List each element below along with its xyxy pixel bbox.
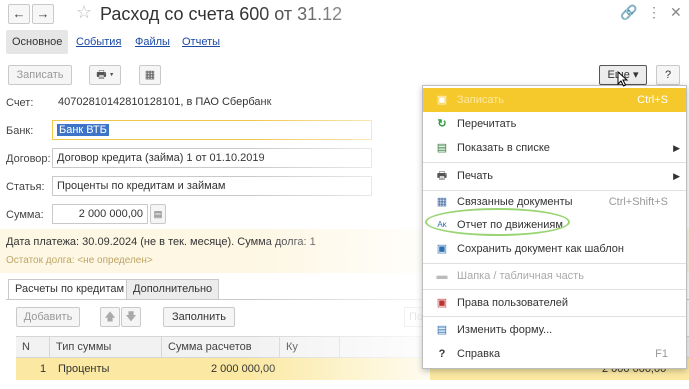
menu-item-header-table[interactable]: ▬ Шапка / табличная часть [423,264,686,288]
section-files[interactable]: Файлы [135,30,170,54]
col-ku[interactable]: Ку [280,337,340,357]
structure-button[interactable]: ▦ [139,65,161,85]
menu-item-post[interactable]: ▣ Записать Ctrl+S [423,88,686,112]
help-icon: ? [438,348,446,360]
menu-item-shortcut: Ctrl+Shift+S [608,196,668,208]
menu-item-label: Перечитать [457,118,517,130]
menu-item-label: Показать в списке [457,142,550,154]
user-rights-icon: ▣ [436,297,448,309]
add-row-button[interactable]: Добавить [16,307,80,327]
menu-item-label: Права пользователей [457,297,568,309]
contract-field[interactable]: Договор кредита (займа) 1 от 01.10.2019 [52,148,372,168]
submenu-arrow-icon: ▶ [673,171,680,181]
col-calc-amount[interactable]: Сумма расчетов [162,337,280,357]
bank-field-value: Банк ВТБ [57,124,109,136]
menu-item-label: Записать [457,94,505,106]
print-dropdown-button[interactable]: 🖶 ▾ [89,65,121,85]
menu-separator [423,162,686,163]
structure-icon: ▦ [144,69,156,81]
section-reports[interactable]: Отчеты [182,30,220,54]
submenu-arrow-icon: ▶ [673,143,680,153]
title-bar: ← → ☆ Расход со счета 600 от 31.12 🔗 ⋮ ✕ [0,0,689,30]
section-events[interactable]: События [76,30,121,54]
menu-item-label: Шапка / табличная часть [457,270,584,282]
col-sum-type[interactable]: Тип суммы [50,337,162,357]
row-number: 1 [40,363,47,375]
bank-label: Банк: [6,125,34,137]
link-icon[interactable]: 🔗 [620,4,637,21]
payment-date-text: Дата платежа: 30.09.2024 (не в тек. меся… [6,236,316,248]
change-form-icon: ▤ [436,324,448,336]
menu-item-label: Печать [457,170,494,182]
menu-item-label: Справка [457,348,501,360]
menu-item-help[interactable]: ? Справка F1 [423,342,686,366]
print-icon: 🖶 [436,170,448,182]
col-number[interactable]: N [16,337,50,357]
tab-credit-calculations[interactable]: Расчеты по кредитам [8,279,132,300]
list-icon: ▤ [436,142,448,154]
save-icon: ▣ [436,94,448,106]
help-button[interactable]: ? [656,65,680,85]
window-title: Расход со счета 600 от 31.12 [100,4,343,24]
more-vertical-icon[interactable]: ⋮ [647,4,661,21]
menu-item-reread[interactable]: ↻ Перечитать [423,112,686,136]
back-button[interactable]: ← [8,4,30,24]
calculator-icon[interactable]: ▤ [150,204,166,224]
menu-separator [423,289,686,290]
section-main[interactable]: Основное [6,30,69,54]
close-icon[interactable]: ✕ [670,4,682,21]
refresh-icon: ↻ [437,118,447,130]
favorite-star-icon[interactable]: ☆ [76,2,92,23]
menu-item-print[interactable]: 🖶 Печать ▶ [423,164,686,188]
print-icon: 🖶 [96,69,107,81]
menu-item-label: Сохранить документ как шаблон [457,243,624,255]
mouse-cursor-icon [617,71,629,87]
forward-button[interactable]: → [32,4,54,24]
row-sum-type: Проценты [58,363,110,375]
post-button[interactable]: Записать [8,65,72,85]
menu-item-shortcut: Ctrl+S [637,94,668,106]
menu-item-label: Изменить форму... [457,324,553,336]
article-label: Статья: [6,181,45,193]
contract-label: Договор: [6,153,51,165]
move-up-icon[interactable]: 🡅 [100,307,120,327]
debt-balance-text: Остаток долга: <не определен> [6,255,153,266]
move-down-icon[interactable]: 🡇 [121,307,141,327]
menu-item-user-rights[interactable]: ▣ Права пользователей [423,291,686,315]
template-icon: ▣ [436,243,448,255]
menu-item-save-template[interactable]: ▣ Сохранить документ как шаблон [423,237,686,261]
header-table-icon: ▬ [436,270,448,282]
linked-docs-icon: ▦ [436,196,448,208]
article-field[interactable]: Проценты по кредитам и займам [52,176,372,196]
menu-item-change-form[interactable]: ▤ Изменить форму... [423,318,686,342]
row-calc-amount: 2 000 000,00 [211,363,276,375]
tab-additional[interactable]: Дополнительно [126,279,220,300]
menu-item-show-in-list[interactable]: ▤ Показать в списке ▶ [423,136,686,160]
fill-button[interactable]: Заполнить [163,307,235,327]
menu-separator [423,316,686,317]
sum-label: Сумма: [6,209,44,221]
annotation-circle [425,208,570,236]
account-label: Счет: [6,97,34,109]
sum-field[interactable]: 2 000 000,00 [52,204,148,224]
account-field[interactable]: 40702810142810128101, в ПАО Сбербанк [54,93,354,113]
bank-field[interactable]: Банк ВТБ [52,120,372,140]
menu-item-shortcut: F1 [655,348,668,360]
